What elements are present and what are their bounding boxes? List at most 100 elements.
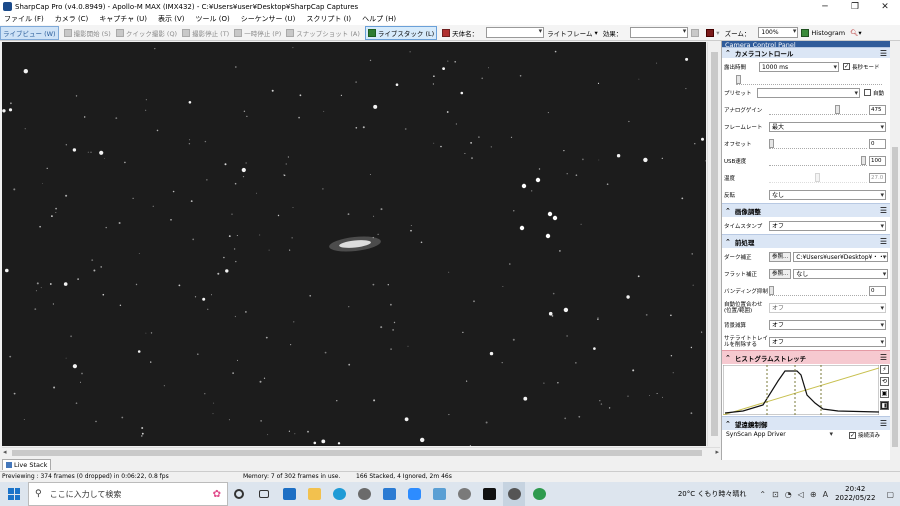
app-icon-3[interactable] [453,482,475,506]
cortana-icon[interactable] [228,482,250,506]
collapse-icon[interactable]: ⌃ [725,49,731,57]
histogram-section-header[interactable]: ⌃ ヒストグラムストレッチ ☰ [722,350,891,364]
app-icon-2[interactable] [428,482,450,506]
frame-type-select[interactable]: ライトフレーム ▾ [547,28,598,38]
offset-value[interactable]: 0 [869,138,886,149]
task-view-icon[interactable] [253,482,275,506]
menu-scripting[interactable]: スクリプト (I) [306,14,351,24]
mail-icon[interactable] [278,482,300,506]
flat-file-select[interactable]: なし [793,268,889,279]
viewport-hscroll-thumb[interactable] [12,450,702,456]
grid-icon[interactable] [691,28,701,37]
section-menu-icon[interactable]: ☰ [880,237,887,246]
dark-file-select[interactable]: C:¥Users¥user¥Desktop¥・・・ [793,251,889,262]
menu-help[interactable]: ヘルプ (H) [362,14,396,24]
live-stack-tab[interactable]: Live Stack [2,459,52,470]
collapse-icon[interactable]: ⌃ [725,207,731,215]
gain-slider-knob[interactable] [835,104,840,114]
telescope-driver-select[interactable]: SynScan App Driver [724,430,834,440]
clock[interactable]: 20:42 2022/05/22 [835,485,875,503]
minimize-button[interactable]: ─ [810,2,840,12]
live-stack-button[interactable]: ライブスタック (L) [364,25,438,40]
menu-view[interactable]: 表示 (V) [158,14,184,24]
wifi-icon[interactable]: ◔ [785,490,792,499]
usb-speed-value[interactable]: 100 [869,155,886,166]
histogram-button[interactable]: Histogram [801,28,845,37]
section-menu-icon[interactable]: ☰ [880,353,887,362]
menu-file[interactable]: ファイル (F) [4,14,44,24]
banding-slider-knob[interactable] [769,285,774,295]
ime-mode[interactable]: A [823,490,828,499]
viewport-horizontal-scrollbar[interactable]: ◂ ▸ [2,447,720,457]
taskbar-search-box[interactable]: ⚲ ここに入力して検索 ✿ [28,482,228,506]
section-menu-icon[interactable]: ☰ [880,49,887,58]
dark-browse-button[interactable]: 参照... [769,251,792,262]
reset-stretch-icon[interactable]: ⟲ [880,377,889,386]
collapse-icon[interactable]: ⌃ [725,238,731,246]
exposure-input[interactable]: 1000 ms [759,61,839,72]
collapse-icon[interactable]: ⌃ [725,354,731,362]
app-icon-1[interactable] [353,482,375,506]
stop-capture-button[interactable]: 撮影停止 (T) [182,28,229,38]
pause-button[interactable]: 一時停止 (P) [234,28,281,38]
panel-scrollbar[interactable] [890,41,900,460]
close-button[interactable]: ✕ [870,2,900,12]
connected-check[interactable]: ✓ [849,431,856,439]
auto-stretch-icon[interactable]: ⚡ [880,365,889,374]
viewport-vscroll-thumb[interactable] [711,52,718,436]
exposure-slider[interactable] [736,74,882,85]
long-exposure-check[interactable]: ✓ [843,63,850,70]
banding-slider[interactable] [769,285,867,296]
panel-scroll-thumb[interactable] [892,147,898,447]
zoom-select[interactable]: 100% [758,27,799,38]
preset-select[interactable] [757,87,860,98]
sharpcap-taskbar-icon[interactable] [503,482,525,506]
scroll-left-icon[interactable]: ◂ [3,448,7,456]
telescope-section-header[interactable]: ⌃ 望遠鏡制御 ☰ [722,416,891,430]
usb-speed-slider-knob[interactable] [861,155,866,165]
timestamp-select[interactable]: オフ [769,220,886,231]
live-view-button[interactable]: ライブビュー (W) [0,25,59,40]
windows-start-icon[interactable] [8,488,20,500]
usb-speed-slider[interactable] [769,155,867,166]
preprocess-section-header[interactable]: ⌃ 前処理 ☰ [722,234,891,248]
snapshot-button[interactable]: スナップショット (A) [286,28,360,38]
notifications-icon[interactable]: ▢ [886,490,894,499]
tray-chevron-icon[interactable]: ⌃ [759,490,766,499]
background-subtract-select[interactable]: オフ [769,319,886,330]
gain-value[interactable]: 475 [869,104,886,115]
offset-slider[interactable] [769,138,867,149]
telescope-connected-checkbox[interactable]: ✓ 接続済み [849,431,880,439]
auto-check[interactable] [864,89,871,96]
gain-slider[interactable] [769,104,867,115]
edge-icon[interactable] [328,482,350,506]
satellite-trail-select[interactable]: オフ [769,336,886,347]
volume-icon[interactable]: ◁ [798,490,804,499]
color-icon[interactable]: ▾ [706,28,720,37]
app-icon-5[interactable] [528,482,550,506]
long-exposure-checkbox[interactable]: ✓ 長秒モード [843,63,880,71]
network-icon[interactable]: ⊡ [772,490,779,499]
globe-icon[interactable]: ⊕ [810,490,817,499]
menu-tools[interactable]: ツール (O) [196,14,230,24]
zoom-app-icon[interactable] [403,482,425,506]
start-capture-button[interactable]: 撮影開始 (S) [63,28,111,38]
save-stretch-icon[interactable]: ▣ [880,389,889,398]
menu-capture[interactable]: キャプチャ (U) [99,14,147,24]
weather-widget[interactable]: 20°C くもり時々晴れ [678,489,747,499]
store-icon[interactable] [378,482,400,506]
viewport-vertical-scrollbar[interactable] [707,42,720,446]
frame-rate-select[interactable]: 最大 [769,121,886,132]
scroll-right-icon[interactable]: ▸ [715,448,719,456]
flip-select[interactable]: なし [769,189,886,200]
section-menu-icon[interactable]: ☰ [880,206,887,215]
menu-camera[interactable]: カメラ (C) [55,14,89,24]
explorer-icon[interactable] [303,482,325,506]
effect-select[interactable] [630,27,689,38]
auto-align-select[interactable]: オフ [769,302,886,313]
image-viewport[interactable] [2,42,706,446]
maximize-button[interactable]: ❐ [840,2,870,12]
collapse-icon[interactable]: ⌃ [725,420,731,428]
histogram-chart[interactable] [723,365,879,415]
offset-slider-knob[interactable] [769,138,774,148]
